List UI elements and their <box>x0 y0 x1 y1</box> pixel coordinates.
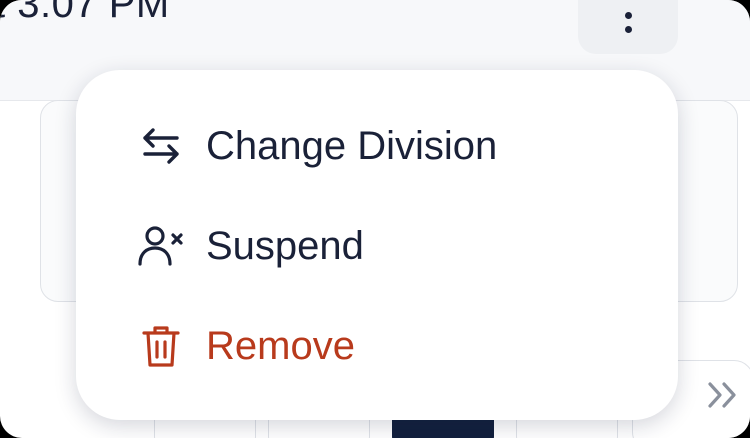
menu-item-suspend[interactable]: Suspend <box>136 216 364 276</box>
menu-item-label: Change Division <box>206 123 498 168</box>
timestamp: t 3:07 PM <box>0 0 170 26</box>
trash-icon <box>136 321 186 371</box>
more-options-button[interactable] <box>578 0 678 54</box>
screen: t 3:07 PM Change Division Suspend Remove <box>0 0 750 438</box>
arrows-swap-icon <box>136 121 186 171</box>
double-chevron-right-icon <box>708 382 736 408</box>
menu-item-label: Remove <box>206 323 355 368</box>
menu-item-label: Suspend <box>206 223 364 268</box>
actions-menu: Change Division Suspend Remove <box>76 70 678 420</box>
menu-item-change-division[interactable]: Change Division <box>136 116 497 176</box>
menu-item-remove[interactable]: Remove <box>136 316 355 376</box>
user-remove-icon <box>136 221 186 271</box>
kebab-vertical-icon <box>624 11 632 33</box>
